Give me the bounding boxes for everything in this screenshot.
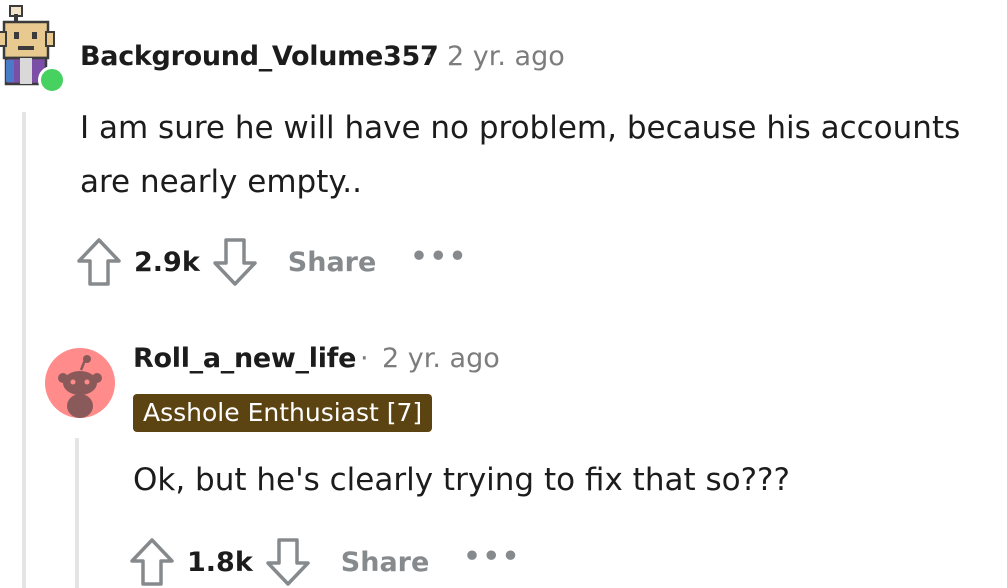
meta-separator: ·	[360, 343, 369, 374]
avatar[interactable]	[0, 0, 66, 94]
meta-separator: ·	[425, 41, 434, 72]
comment-body-line: Ok, but he's clearly trying to fix that …	[133, 462, 790, 498]
share-button[interactable]: Share	[341, 547, 430, 578]
downvote-button[interactable]	[265, 537, 311, 587]
comment-author[interactable]: Background_Volume357	[80, 41, 439, 72]
user-flair: Asshole Enthusiast [7]	[133, 394, 433, 432]
comment-actions: 2.9k Share •••	[76, 236, 468, 288]
snoo-avatar-icon	[45, 348, 115, 418]
downvote-arrow-icon	[266, 538, 310, 586]
share-button[interactable]: Share	[288, 247, 377, 278]
downvote-arrow-icon	[213, 238, 257, 286]
comment-body-line: I am sure he will have no problem, becau…	[80, 110, 961, 146]
upvote-button[interactable]	[76, 237, 122, 287]
upvote-arrow-icon	[77, 238, 121, 286]
comment-body-line: are nearly empty..	[80, 164, 362, 200]
thread-line-main[interactable]	[22, 112, 26, 588]
vote-count: 1.8k	[187, 546, 253, 578]
thread-line-reply[interactable]	[75, 438, 79, 588]
avatar[interactable]	[45, 348, 115, 418]
vote-count: 2.9k	[134, 246, 200, 278]
upvote-button[interactable]	[129, 537, 175, 587]
online-status-icon	[38, 66, 66, 94]
comment-author[interactable]: Roll_a_new_life	[133, 343, 356, 374]
more-options-button[interactable]: •••	[463, 541, 521, 572]
comment-timestamp[interactable]: 2 yr. ago	[447, 41, 565, 72]
comment-timestamp[interactable]: 2 yr. ago	[382, 343, 500, 374]
downvote-button[interactable]	[212, 237, 258, 287]
comment-actions: 1.8k Share •••	[129, 536, 521, 588]
upvote-arrow-icon	[130, 538, 174, 586]
more-options-button[interactable]: •••	[410, 241, 468, 272]
